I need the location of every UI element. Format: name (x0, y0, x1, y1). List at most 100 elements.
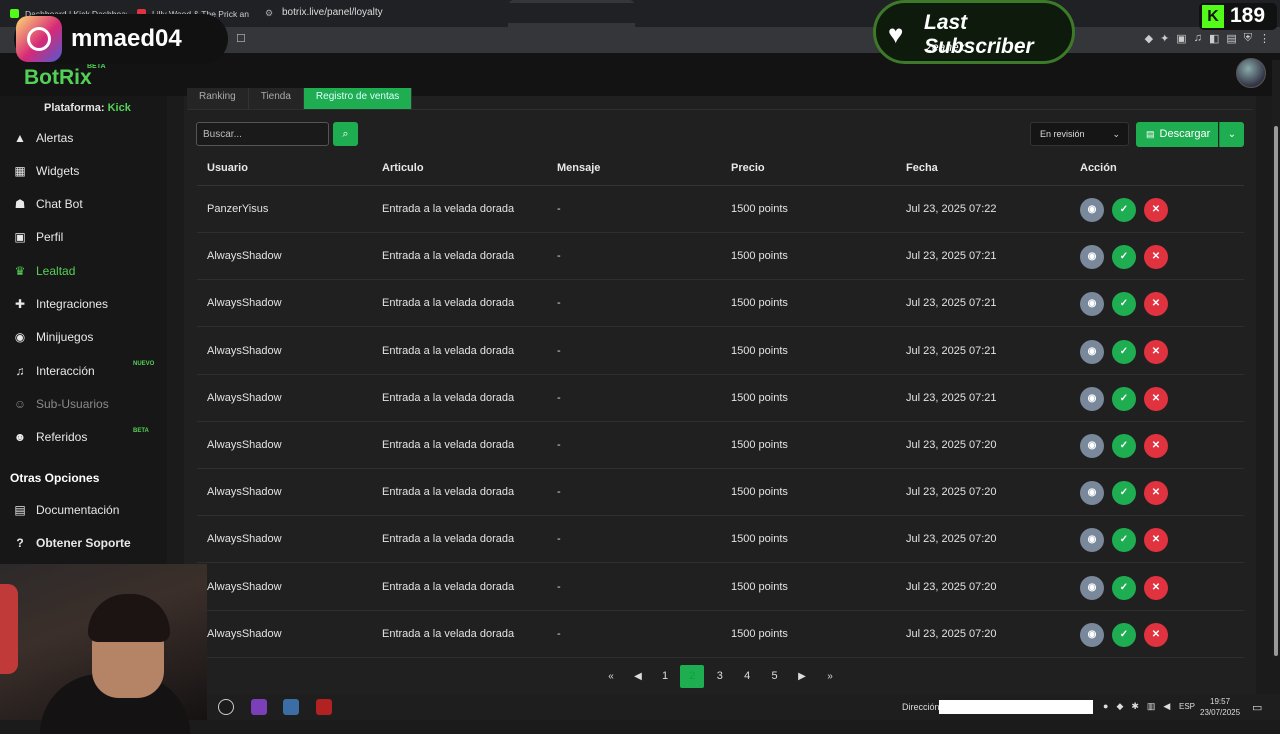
sidebar-item-integraciones[interactable]: ✚ Integraciones (0, 288, 167, 321)
scrollbar-thumb[interactable] (1274, 126, 1278, 656)
menu-icon[interactable]: ⋮ (1259, 32, 1270, 45)
calculator-icon[interactable] (283, 699, 299, 715)
sidebar-item-widgets[interactable]: ▦ Widgets (0, 154, 167, 187)
sidebar-item-documentaci-n[interactable]: ▤ Documentación (0, 493, 167, 526)
mic-icon[interactable]: ● (1103, 701, 1108, 712)
language-indicator[interactable]: ESP (1179, 702, 1195, 711)
first-page-button[interactable]: « (599, 665, 623, 688)
next-page-button[interactable]: ▶ (790, 665, 814, 688)
status-filter-select[interactable]: En revisión ⌄ (1030, 122, 1129, 146)
site-info-icon[interactable]: ⚙ (265, 3, 273, 23)
music-icon[interactable]: ♫ (1194, 32, 1202, 45)
taskbar-address-label: Dirección (902, 702, 940, 712)
approve-button[interactable]: ✓ (1112, 386, 1136, 411)
page-button[interactable]: 3 (708, 665, 732, 688)
view-button[interactable]: ◉ (1080, 481, 1104, 506)
approve-button[interactable]: ✓ (1112, 434, 1136, 458)
eye-icon: ◉ (1087, 251, 1097, 263)
prev-page-button[interactable]: ◀ (626, 665, 650, 688)
reject-button[interactable]: ✕ (1144, 434, 1168, 458)
view-button[interactable]: ◉ (1080, 575, 1104, 600)
view-button[interactable]: ◉ (1080, 292, 1104, 317)
shield-icon[interactable]: ⛨ (1244, 32, 1252, 45)
download-options-button[interactable]: ⌄ (1219, 122, 1244, 147)
warning-icon: ▲ (14, 130, 26, 145)
approve-button[interactable]: ✓ (1112, 528, 1136, 553)
approve-button[interactable]: ✓ (1112, 575, 1136, 600)
reject-button[interactable]: ✕ (1144, 481, 1168, 506)
sidebar-item-referidos[interactable]: ☻ Referidos (0, 421, 167, 454)
last-page-button[interactable]: » (818, 665, 842, 688)
approve-button[interactable]: ✓ (1112, 292, 1136, 317)
reject-button[interactable]: ✕ (1144, 575, 1168, 600)
approve-button[interactable]: ✓ (1112, 622, 1136, 647)
reject-button[interactable]: ✕ (1144, 386, 1168, 411)
nvidia-icon[interactable]: ◆ (1116, 701, 1123, 712)
discord-icon[interactable] (251, 699, 267, 715)
taskbar-address-input[interactable] (939, 700, 1093, 714)
eye-icon: ◉ (1087, 581, 1097, 593)
users-icon: ☺ (13, 396, 27, 411)
tab-tienda[interactable]: Tienda (248, 88, 304, 110)
page-button[interactable]: 2 (680, 665, 705, 688)
sidebar-item-obtener-soporte[interactable]: ? Obtener Soporte (0, 526, 167, 559)
search-input[interactable] (196, 122, 329, 146)
search-icon: ⌕ (342, 128, 349, 140)
reject-button[interactable]: ✕ (1144, 198, 1168, 222)
address-bar[interactable]: ⚙ botrix.live/panel/loyalty (256, 3, 876, 23)
sidebar-item-perfil[interactable]: ▣ Perfil (0, 221, 167, 254)
page-button[interactable]: 4 (735, 665, 759, 688)
dota-icon[interactable] (316, 699, 332, 715)
sidebar-item-label: Alertas (36, 130, 74, 145)
platform-indicator: Plataforma: Kick (44, 102, 131, 114)
volume-icon[interactable]: ◀ (1163, 701, 1170, 712)
cell-precio: 1500 points (731, 486, 788, 499)
download-button[interactable]: ▤ Descargar (1136, 122, 1218, 147)
approve-button[interactable]: ✓ (1112, 339, 1136, 364)
search-button[interactable]: ⌕ (333, 122, 358, 146)
sidebar-item-chat-bot[interactable]: ☗ Chat Bot (0, 188, 167, 221)
sidebar-item-interacci-n[interactable]: ♫ Interacción (0, 354, 167, 387)
extension-icon[interactable]: ✦ (1160, 32, 1169, 45)
view-button[interactable]: ◉ (1080, 528, 1104, 553)
bookmark-icon[interactable]: ☐ (236, 32, 246, 45)
sidepanel-icon[interactable]: ◧ (1209, 32, 1219, 45)
tab-ranking[interactable]: Ranking (187, 88, 249, 110)
sidebar-item-minijuegos[interactable]: ◉ Minijuegos (0, 321, 167, 354)
sidebar-item-lealtad[interactable]: ♛ Lealtad (0, 254, 167, 287)
tab-registro-ventas[interactable]: Registro de ventas (303, 88, 413, 110)
bluetooth-icon[interactable]: ✱ (1131, 701, 1139, 712)
approve-button[interactable]: ✓ (1112, 481, 1136, 506)
reject-button[interactable]: ✕ (1144, 528, 1168, 553)
page-button[interactable]: 1 (653, 665, 677, 688)
reject-button[interactable]: ✕ (1144, 622, 1168, 647)
webcam-overlay (0, 564, 207, 734)
reject-button[interactable]: ✕ (1144, 339, 1168, 364)
avatar[interactable] (1236, 58, 1266, 88)
approve-button[interactable]: ✓ (1112, 198, 1136, 222)
view-button[interactable]: ◉ (1080, 339, 1104, 364)
wallet-icon[interactable]: ▤ (1226, 32, 1236, 45)
network-icon[interactable]: ▥ (1147, 701, 1156, 712)
reject-button[interactable]: ✕ (1144, 245, 1168, 270)
view-button[interactable]: ◉ (1080, 245, 1104, 270)
extension-icon[interactable]: ◆ (1145, 32, 1153, 45)
close-icon: ✕ (1151, 298, 1161, 310)
view-button[interactable]: ◉ (1080, 386, 1104, 411)
sidebar-item-alertas[interactable]: ▲ Alertas (0, 121, 167, 154)
sidebar-item-sub-usuarios[interactable]: ☺ Sub-Usuarios (0, 387, 167, 420)
brand-logo[interactable]: BotRix (24, 66, 92, 90)
cell-usuario: AlwaysShadow (207, 627, 282, 640)
view-button[interactable]: ◉ (1080, 198, 1104, 222)
extension-icon[interactable]: ▣ (1176, 32, 1186, 45)
view-button[interactable]: ◉ (1080, 622, 1104, 647)
obs-icon[interactable] (218, 699, 234, 715)
notification-icon[interactable]: ▭ (1252, 701, 1262, 714)
table-row: AlwaysShadow Entrada a la velada dorada - 1… (197, 233, 1244, 281)
cell-mensaje: - (557, 439, 561, 451)
approve-button[interactable]: ✓ (1112, 245, 1136, 270)
page-button[interactable]: 5 (763, 665, 787, 688)
view-button[interactable]: ◉ (1080, 434, 1104, 458)
clock[interactable]: 19:57 23/07/2025 (1200, 696, 1240, 718)
reject-button[interactable]: ✕ (1144, 292, 1168, 317)
